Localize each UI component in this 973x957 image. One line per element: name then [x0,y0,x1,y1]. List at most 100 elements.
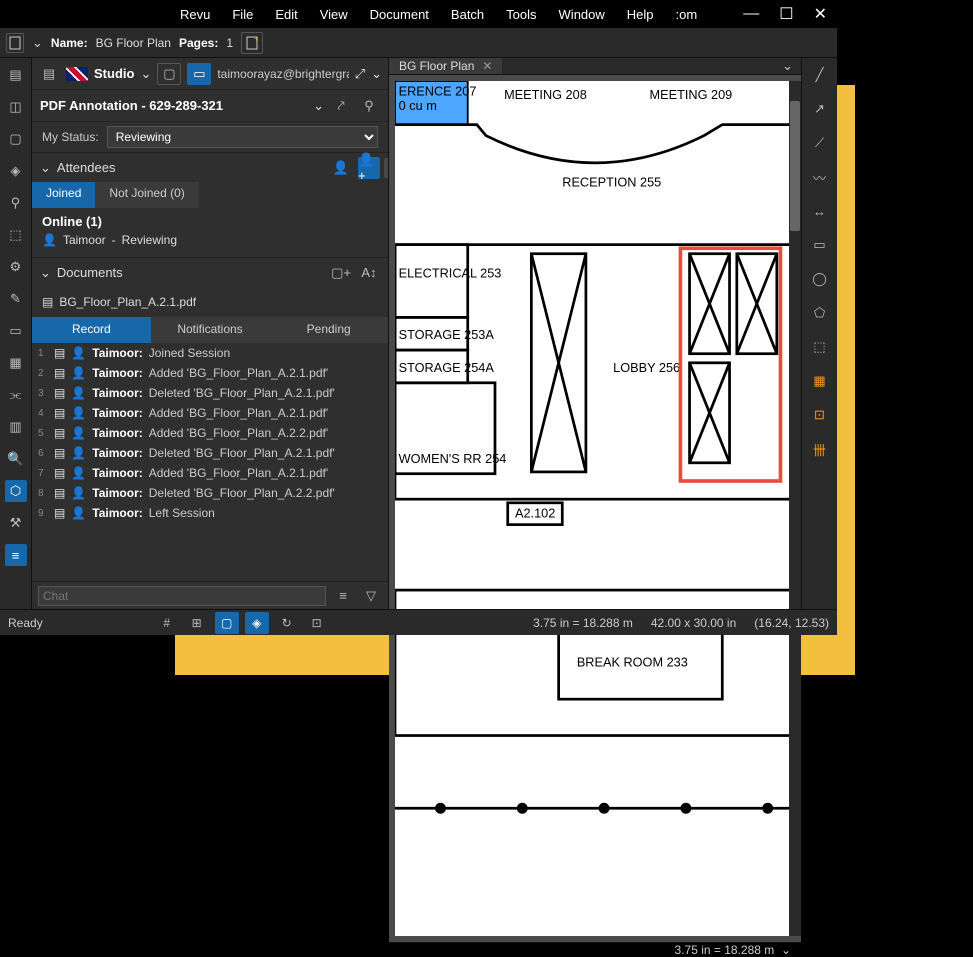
menu-batch[interactable]: Batch [451,7,484,22]
status-dims: 42.00 x 30.00 in [651,616,736,630]
record-row[interactable]: 9 ▤ 👤 Taimoor: Left Session [32,503,388,523]
measurements-icon[interactable]: ▭ [5,320,27,342]
documents-chevron-icon[interactable]: ⌄ [40,265,51,281]
session-settings-icon[interactable]: ⚲ [358,95,380,117]
tool-highlight-icon[interactable]: ▦ [809,370,831,392]
panel-chevron-icon[interactable]: ⌄ [371,66,382,82]
tab-joined[interactable]: Joined [32,182,95,208]
studio-chevron-icon[interactable]: ⌄ [140,66,151,82]
attendees-chevron-icon[interactable]: ⌄ [40,160,51,176]
scale-chevron-icon[interactable]: ⌄ [781,943,791,957]
tab-not-joined[interactable]: Not Joined (0) [95,182,198,208]
maximize-icon[interactable]: ☐ [779,4,793,24]
tab-record[interactable]: Record [32,317,151,343]
sort-icon[interactable]: A↕ [358,262,380,284]
file-icon[interactable] [6,33,24,53]
menu-help[interactable]: Help [627,7,654,22]
tool-arrow-icon[interactable]: ↗ [809,98,831,120]
panel-doc-icon[interactable]: ▤ [38,63,60,85]
thumbnails-icon[interactable]: ◫ [5,96,27,118]
chat-list-icon[interactable]: ≡ [332,585,354,607]
menu-window[interactable]: Window [559,7,605,22]
properties-icon[interactable]: ≡ [5,544,27,566]
record-row[interactable]: 4 ▤ 👤 Taimoor: Added 'BG_Floor_Plan_A.2.… [32,403,388,423]
sets-icon[interactable]: ▥ [5,416,27,438]
tool-ellipse-icon[interactable]: ◯ [809,268,831,290]
file-access-icon[interactable]: ▤ [5,64,27,86]
session-chevron-icon[interactable]: ⌄ [313,98,324,114]
snap-icon[interactable]: ⊞ [185,612,209,634]
disconnect-icon[interactable]: ⤢ [355,66,365,82]
spaces-icon[interactable]: ⬚ [5,224,27,246]
tool-polygon-icon[interactable]: ⬠ [809,302,831,324]
record-user-icon: 👤 [71,446,86,460]
tool-polyline-icon[interactable]: ⟋ [809,132,831,154]
tab-pending[interactable]: Pending [269,317,388,343]
tool-line-icon[interactable]: ╱ [809,64,831,86]
tool-count-icon[interactable]: 卌 [809,438,831,460]
document-canvas[interactable]: ERENCE 207 0 cu m MEETING 208 MEETING 20… [395,81,795,936]
links-icon[interactable]: ⫘ [5,384,27,406]
close-tab-icon[interactable]: ✕ [482,59,492,73]
scrollbar-thumb[interactable] [790,101,800,231]
tool-callout-icon[interactable]: ⊡ [809,404,831,426]
file-chevron-icon[interactable]: ⌄ [32,35,43,51]
places-icon[interactable]: ⚲ [5,192,27,214]
menu-document[interactable]: Document [370,7,429,22]
document-row[interactable]: ▤ BG_Floor_Plan_A.2.1.pdf [42,291,378,313]
tool-cloud-icon[interactable]: ⬚ [809,336,831,358]
session-name: PDF Annotation - 629-289-321 [40,98,307,113]
menu-tools[interactable]: Tools [506,7,536,22]
signatures-icon[interactable]: ✎ [5,288,27,310]
new-file-icon[interactable]: + [241,32,263,54]
bookmarks-icon[interactable]: ▢ [5,128,27,150]
studio-icon[interactable]: ⬡ [5,480,27,502]
chat-input[interactable] [38,586,326,606]
record-row[interactable]: 6 ▤ 👤 Taimoor: Deleted 'BG_Floor_Plan_A.… [32,443,388,463]
record-user-icon: 👤 [71,466,86,480]
record-row[interactable]: 3 ▤ 👤 Taimoor: Deleted 'BG_Floor_Plan_A.… [32,383,388,403]
add-document-icon[interactable]: ▢+ [330,262,352,284]
session-icon[interactable]: ▢ [157,63,181,85]
document-tab[interactable]: BG Floor Plan ✕ [389,58,502,74]
vertical-scrollbar[interactable] [789,81,801,936]
record-row[interactable]: 5 ▤ 👤 Taimoor: Added 'BG_Floor_Plan_A.2.… [32,423,388,443]
minimize-icon[interactable]: — [743,5,759,23]
settings-icon[interactable]: ⚙ [5,256,27,278]
record-row[interactable]: 1 ▤ 👤 Taimoor: Joined Session [32,343,388,363]
record-doc-icon: ▤ [54,506,65,520]
attendee-permission-icon[interactable]: 👤 [330,157,352,179]
sync-icon[interactable]: ⊡ [305,612,329,634]
record-row[interactable]: 2 ▤ 👤 Taimoor: Added 'BG_Floor_Plan_A.2.… [32,363,388,383]
record-row[interactable]: 7 ▤ 👤 Taimoor: Added 'BG_Floor_Plan_A.2.… [32,463,388,483]
invite-icon[interactable]: 👤+ Invite [358,157,380,179]
toolbox-icon[interactable]: ⚒ [5,512,27,534]
project-icon[interactable]: ▭ [187,63,211,85]
snap-content-icon[interactable]: ▢ [215,612,239,634]
tool-dimension-icon[interactable]: ↔ [809,200,831,222]
close-icon[interactable]: ✕ [814,4,827,24]
record-user-icon: 👤 [71,486,86,500]
tab-notifications[interactable]: Notifications [151,317,270,343]
markups-icon[interactable]: ▦ [5,352,27,374]
record-doc-icon: ▤ [54,366,65,380]
tool-curve-icon[interactable]: 〰 [809,166,831,188]
tabs-chevron-icon[interactable]: ⌄ [782,58,793,73]
leave-icon[interactable]: ⤤ [330,95,352,117]
attendee-row[interactable]: 👤 Taimoor - Reviewing [42,229,378,251]
snap-markup-icon[interactable]: ◈ [245,612,269,634]
menu-view[interactable]: View [320,7,348,22]
record-doc-icon: ▤ [54,386,65,400]
search-icon[interactable]: 🔍 [5,448,27,470]
svg-text:LOBBY 256: LOBBY 256 [613,360,680,375]
reuse-icon[interactable]: ↻ [275,612,299,634]
tool-rectangle-icon[interactable]: ▭ [809,234,831,256]
menu-revu[interactable]: Revu [180,7,210,22]
menu-file[interactable]: File [232,7,253,22]
menu-edit[interactable]: Edit [275,7,297,22]
layers-icon[interactable]: ◈ [5,160,27,182]
grid-icon[interactable]: # [155,612,179,634]
status-select[interactable]: Reviewing [107,126,378,148]
record-row[interactable]: 8 ▤ 👤 Taimoor: Deleted 'BG_Floor_Plan_A.… [32,483,388,503]
chat-filter-icon[interactable]: ▽ [360,585,382,607]
